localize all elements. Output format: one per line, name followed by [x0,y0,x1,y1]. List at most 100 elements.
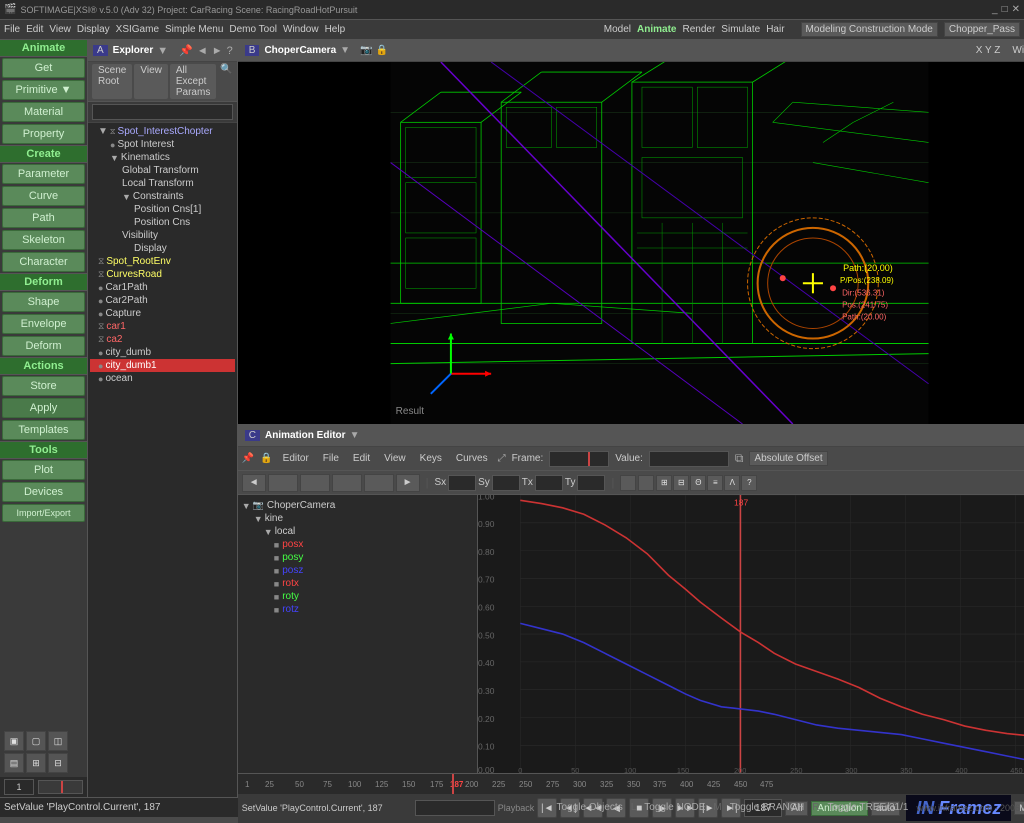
menu-demotool[interactable]: Demo Tool [229,24,277,35]
menu-edit[interactable]: Edit [26,24,43,35]
icon6[interactable]: ⊟ [48,753,68,773]
explorer-dropdown-icon[interactable]: ▼ [157,45,168,57]
tree-item-spot-root-env[interactable]: ⧖ Spot_RootEnv [90,255,235,268]
tree-item-spot-interest[interactable]: ● Spot Interest [90,138,235,151]
ty-input[interactable] [577,475,605,491]
parameter-button[interactable]: Parameter [2,164,85,184]
offset-dropdown[interactable]: Absolute Offset [749,451,827,466]
frame-start-input[interactable] [4,779,34,795]
menu-file-anim[interactable]: File [319,452,343,465]
tree-item-city-dumb1[interactable]: ● city_dumb1 [90,359,235,372]
tree-item-ca2[interactable]: ⧖ ca2 [90,333,235,346]
templates-button[interactable]: Templates [2,420,85,440]
menu-view-anim[interactable]: View [380,452,410,465]
key-tool-5[interactable] [364,474,394,492]
key-tool-4[interactable] [332,474,362,492]
camera-icon[interactable]: 📷 [360,45,372,56]
menu-file[interactable]: File [4,24,20,35]
tool1[interactable]: ⊞ [656,475,672,491]
apply-button[interactable]: Apply [2,398,85,418]
property-button[interactable]: Property [2,124,85,144]
key-tool-1[interactable]: ◄ [242,474,266,492]
tree-item-constraints[interactable]: ▼ Constraints [90,190,235,203]
tx-input[interactable] [535,475,563,491]
tool3[interactable]: Θ [690,475,706,491]
menu-view[interactable]: View [49,24,71,35]
curve-tangent-tool[interactable] [638,475,654,491]
menu-xsigame[interactable]: XSIGame [116,24,159,35]
toggle-branch[interactable]: Toggle BRANCH [730,802,804,813]
tree-item-car1path[interactable]: ● Car1Path [90,281,235,294]
tree-item-ocean[interactable]: ● ocean [90,372,235,385]
viewport-canvas[interactable]: Path:(20.00) P/Pos:(238.09) Dir:(536.31)… [238,62,1024,424]
menu-render[interactable]: Render [682,24,715,35]
menu-animate[interactable]: Animate [637,24,676,35]
tree-item-local-transform[interactable]: Local Transform [90,177,235,190]
plot-button[interactable]: Plot [2,460,85,480]
anim-pin-icon[interactable]: 📌 [242,453,254,464]
explorer-pin-icon[interactable]: 📌 [179,44,193,57]
tool2[interactable]: ⊟ [673,475,689,491]
sx-input[interactable] [448,475,476,491]
menu-editor[interactable]: Editor [279,452,313,465]
icon5[interactable]: ⊞ [26,753,46,773]
devices-button[interactable]: Devices [2,482,85,502]
icon4[interactable]: ▤ [4,753,24,773]
toggle-node[interactable]: Toggle NODE [644,802,705,813]
key-tool-3[interactable] [300,474,330,492]
import-export-button[interactable]: Import/Export [2,504,85,522]
anim-tool-icon1[interactable]: ⧉ [735,451,744,466]
anim-tree-rotz[interactable]: ■ rotz [242,603,473,616]
anim-dropdown-icon[interactable]: ▼ [350,430,360,441]
tree-item-car2path[interactable]: ● Car2Path [90,294,235,307]
tree-item-car1[interactable]: ⧖ car1 [90,320,235,333]
tab-all-except-params[interactable]: All Except Params [170,64,216,99]
anim-tree-kine[interactable]: ▼ kine [242,512,473,525]
primitive-button[interactable]: Primitive ▼ [2,80,85,100]
toggle-objects[interactable]: Toggle Objects [557,802,623,813]
menu-display[interactable]: Display [77,24,110,35]
key-tool-6[interactable]: ► [396,474,420,492]
tool4[interactable]: ≡ [707,475,723,491]
toggle-tree[interactable]: Toggle TREE/31/1 [827,802,908,813]
tab-scene-root[interactable]: Scene Root [92,64,132,99]
menu-hair[interactable]: Hair [766,24,784,35]
key-tool-2[interactable] [268,474,298,492]
timeline-ruler[interactable]: 1 25 50 75 100 125 150 175 187 200 225 2… [238,774,1024,794]
explorer-help-icon[interactable]: ? [227,45,233,57]
tree-item-global-transform[interactable]: Global Transform [90,164,235,177]
anim-tree-roty[interactable]: ■ roty [242,590,473,603]
tree-item-visibility[interactable]: Visibility [90,229,235,242]
path-button[interactable]: Path [2,208,85,228]
viewport-dropdown-icon[interactable]: ▼ [340,45,350,56]
icon2[interactable]: ▢ [26,731,46,751]
anim-tree-local[interactable]: ▼ local [242,525,473,538]
tree-item-position-cns-1[interactable]: Position Cns[1] [90,203,235,216]
menu-help[interactable]: Help [325,24,346,35]
tool5[interactable]: Λ [724,475,740,491]
mode-dropdown[interactable]: Modeling Construction Mode [801,22,938,37]
tree-item-city-dumb[interactable]: ● city_dumb [90,346,235,359]
explorer-search-input[interactable] [92,104,233,120]
explorer-nav-right-icon[interactable]: ► [212,45,223,57]
window-controls[interactable]: _□✕ [992,4,1020,15]
tree-item-kinematics[interactable]: ▼ Kinematics [90,151,235,164]
anim-tree-posy[interactable]: ■ posy [242,551,473,564]
shape-button[interactable]: Shape [2,292,85,312]
menu-simulate[interactable]: Simulate [721,24,760,35]
deform-button[interactable]: Deform [2,336,85,356]
tree-item-spot-interest-chopter[interactable]: ▼ ⧖ Spot_InterestChopter [90,125,235,138]
menu-edit-anim[interactable]: Edit [349,452,374,465]
menu-keys[interactable]: Keys [416,452,446,465]
menu-model[interactable]: Model [604,24,631,35]
envelope-button[interactable]: Envelope [2,314,85,334]
anim-tree-root[interactable]: ▼ 📷 ChoperCamera [242,499,473,512]
tree-item-position-cns[interactable]: Position Cns [90,216,235,229]
value-input[interactable] [649,451,729,467]
menu-window[interactable]: Window [283,24,319,35]
tool6[interactable]: ? [741,475,757,491]
pass-dropdown[interactable]: Chopper_Pass [944,22,1020,37]
get-button[interactable]: Get [2,58,85,78]
anim-lock-icon[interactable]: 🔒 [260,453,272,464]
anim-tree-posx[interactable]: ■ posx [242,538,473,551]
